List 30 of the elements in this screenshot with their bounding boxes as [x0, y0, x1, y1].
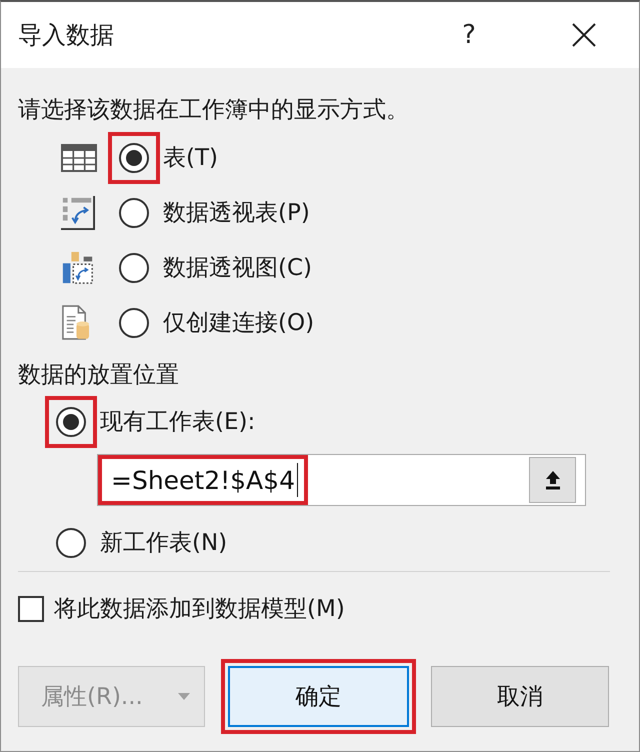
- reference-button[interactable]: [529, 457, 576, 503]
- pivot-table-icon: [61, 196, 95, 230]
- table-icon: [61, 144, 97, 172]
- instruction-text: 请选择该数据在工作簿中的显示方式。: [18, 96, 410, 124]
- checkbox[interactable]: [18, 596, 44, 622]
- checkbox-label[interactable]: 将此数据添加到数据模型(M): [54, 594, 345, 624]
- radio-button[interactable]: [119, 142, 149, 172]
- radio-label[interactable]: 表(T): [163, 142, 218, 172]
- help-button[interactable]: ?: [454, 17, 484, 53]
- dialog-button[interactable]: 取消: [431, 666, 609, 727]
- dialog-button[interactable]: 确定: [228, 666, 409, 727]
- window-title: 导入数据: [18, 20, 114, 50]
- document-icon: [61, 305, 90, 340]
- close-icon: [572, 23, 596, 47]
- radio-button[interactable]: [119, 198, 149, 228]
- reference-field[interactable]: =Sheet2!$A$4: [97, 454, 586, 506]
- radio-button[interactable]: [119, 252, 149, 282]
- radio-button[interactable]: [56, 407, 86, 437]
- radio-label[interactable]: 数据透视图(C): [163, 252, 312, 282]
- text-cursor: [296, 463, 298, 497]
- caret-icon: [178, 692, 190, 700]
- radio-button[interactable]: [56, 528, 86, 558]
- radio-label[interactable]: 数据透视表(P): [163, 198, 310, 228]
- radio-label[interactable]: 仅创建连接(O): [163, 308, 314, 338]
- section-heading: 数据的放置位置: [18, 361, 180, 389]
- radio-button[interactable]: [119, 308, 149, 338]
- radio-label[interactable]: 现有工作表(E):: [100, 407, 256, 437]
- pivot-chart-icon: [61, 250, 95, 284]
- arrow-up-icon: [544, 470, 560, 490]
- radio-label[interactable]: 新工作表(N): [100, 528, 228, 558]
